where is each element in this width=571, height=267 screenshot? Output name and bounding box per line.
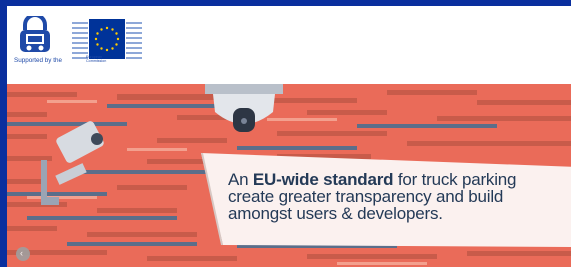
- chevron-left-icon: ‹: [20, 248, 23, 258]
- banner-headline: An EU-wide standard for truck parking cr…: [228, 171, 571, 222]
- lock-truck-logo-icon: [20, 16, 50, 52]
- ec-label: European Commission: [86, 55, 106, 63]
- page-frame: Supported by the European Commission An …: [7, 6, 571, 267]
- eu-flag-icon: [72, 19, 142, 59]
- carousel-prev-button[interactable]: ‹: [16, 247, 30, 261]
- ec-label-line2: Commission: [86, 59, 107, 63]
- supported-by-text: Supported by the: [14, 57, 62, 64]
- hero-banner: An EU-wide standard for truck parking cr…: [7, 84, 571, 267]
- banner-headline-line1: An EU-wide standard for truck parking: [228, 171, 571, 188]
- banner-headline-line2: create greater transparency and build: [228, 187, 504, 206]
- site-header: Supported by the European Commission: [7, 6, 571, 84]
- banner-headline-line3: amongst users & developers.: [228, 204, 443, 223]
